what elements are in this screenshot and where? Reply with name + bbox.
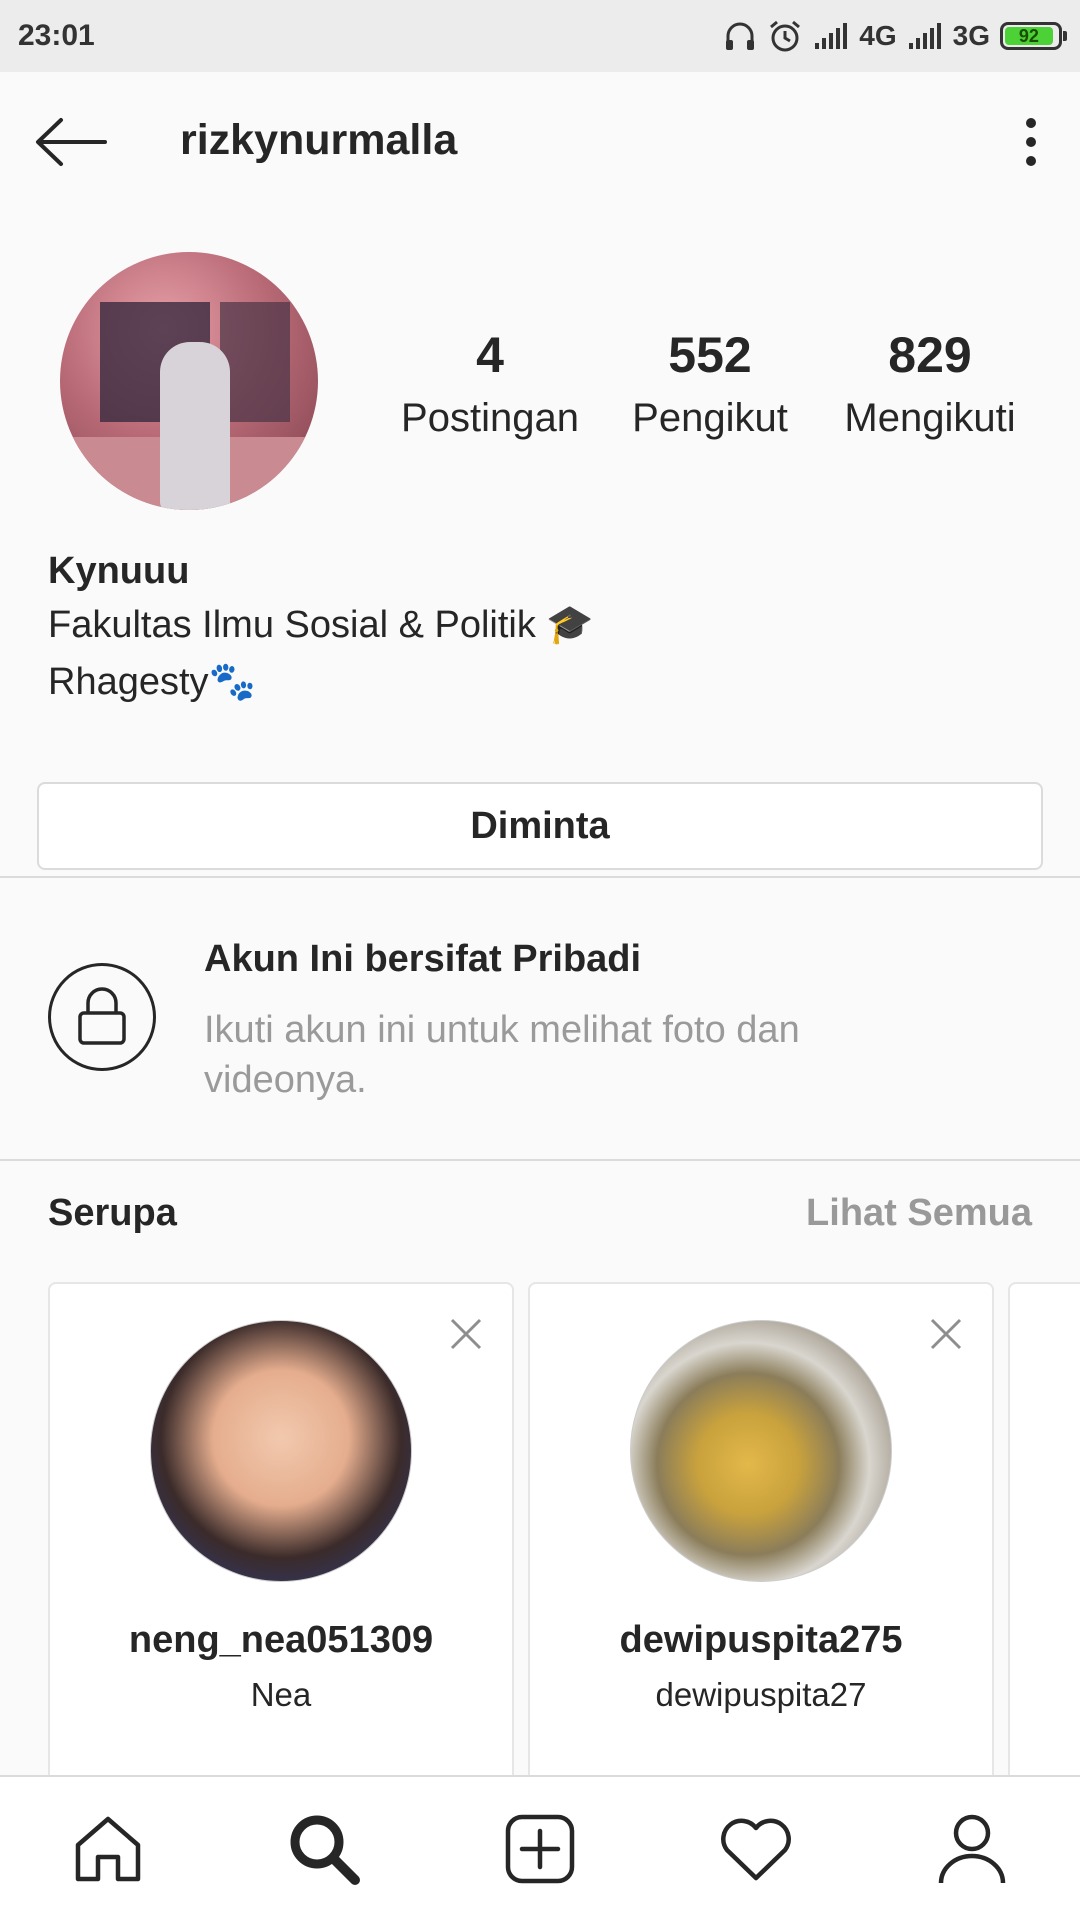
- avatar-photo-detail: [220, 302, 290, 422]
- nav-home[interactable]: [58, 1799, 158, 1899]
- suggested-name: Nea: [250, 1676, 312, 1713]
- suggested-account-card[interactable]: neng_nea051309 Nea: [48, 1282, 514, 1782]
- network-type-2: 3G: [952, 20, 990, 51]
- heart-icon: [721, 1818, 791, 1880]
- add-post-icon: [505, 1814, 575, 1883]
- stat-following[interactable]: 829 Mengikuti: [820, 320, 1040, 446]
- battery-icon: 92: [1000, 22, 1067, 50]
- network-type-1: 4G: [859, 20, 897, 51]
- stat-label: Postingan: [401, 396, 579, 440]
- lock-icon: [78, 987, 126, 1045]
- nav-add-post[interactable]: [490, 1799, 590, 1899]
- alarm-icon: [770, 20, 801, 52]
- status-time: 23:01: [18, 19, 95, 52]
- back-button[interactable]: [30, 112, 110, 172]
- stat-value: 829: [888, 327, 972, 383]
- profile-avatar[interactable]: [60, 252, 318, 510]
- battery-level: 92: [1005, 26, 1053, 46]
- bio-line: Fakultas Ilmu Sosial & Politik 🎓: [48, 604, 594, 646]
- more-options-button[interactable]: [1006, 112, 1056, 172]
- signal-icon: [908, 23, 941, 49]
- suggested-account-card[interactable]: dewipuspita275 dewipuspita27: [528, 1282, 994, 1782]
- see-all-link[interactable]: Lihat Semua: [806, 1192, 1032, 1235]
- dismiss-button[interactable]: [446, 1314, 486, 1354]
- similar-accounts-title: Serupa: [48, 1192, 177, 1234]
- close-icon: [930, 1318, 962, 1350]
- signal-icon: [815, 23, 848, 49]
- stat-value: 552: [668, 327, 752, 383]
- suggested-username[interactable]: neng_nea051309: [50, 1619, 512, 1662]
- back-arrow-icon: [36, 118, 107, 166]
- profile-name: Kynuuu: [48, 550, 190, 592]
- nav-search[interactable]: [274, 1799, 374, 1899]
- private-account-description: Ikuti akun ini untuk melihat foto dan vi…: [204, 1009, 800, 1101]
- suggested-name: dewipuspita27: [655, 1676, 867, 1713]
- page-title: rizkynurmalla: [180, 116, 458, 164]
- stat-label: Mengikuti: [844, 396, 1016, 440]
- close-icon: [450, 1318, 482, 1350]
- headphones-icon: [726, 22, 755, 50]
- profile-stats: 4 Postingan 552 Pengikut 829 Mengikuti: [380, 320, 1040, 446]
- profile-header: rizkynurmalla: [0, 72, 1080, 212]
- home-icon: [75, 1816, 141, 1881]
- suggested-avatar[interactable]: [630, 1320, 892, 1582]
- more-vertical-icon: [1026, 118, 1036, 166]
- stat-value: 4: [476, 327, 504, 383]
- private-account-title: Akun Ini bersifat Pribadi: [204, 938, 642, 980]
- bottom-navigation: [0, 1775, 1080, 1920]
- divider: [0, 1159, 1080, 1161]
- status-icons: 4G 3G 92: [723, 18, 1067, 54]
- search-icon: [290, 1815, 360, 1885]
- suggested-avatar[interactable]: [150, 1320, 412, 1582]
- bio-line: Rhagesty🐾: [48, 661, 256, 703]
- divider: [0, 876, 1080, 878]
- stat-followers[interactable]: 552 Pengikut: [600, 320, 820, 446]
- stat-posts[interactable]: 4 Postingan: [380, 320, 600, 446]
- lock-icon-circle: [48, 963, 156, 1071]
- nav-activity[interactable]: [706, 1799, 806, 1899]
- status-bar: 23:01 4G 3G 92: [0, 0, 1080, 72]
- requested-follow-button[interactable]: Diminta: [37, 782, 1043, 870]
- suggested-username[interactable]: dewipuspita275: [530, 1619, 992, 1662]
- profile-icon: [938, 1814, 1006, 1883]
- nav-profile[interactable]: [922, 1799, 1022, 1899]
- dismiss-button[interactable]: [926, 1314, 966, 1354]
- suggested-account-card-partial[interactable]: [1008, 1282, 1080, 1782]
- profile-bio: Kynuuu Fakultas Ilmu Sosial & Politik 🎓 …: [48, 545, 1048, 711]
- stat-label: Pengikut: [632, 396, 788, 440]
- avatar-photo-detail: [160, 342, 230, 510]
